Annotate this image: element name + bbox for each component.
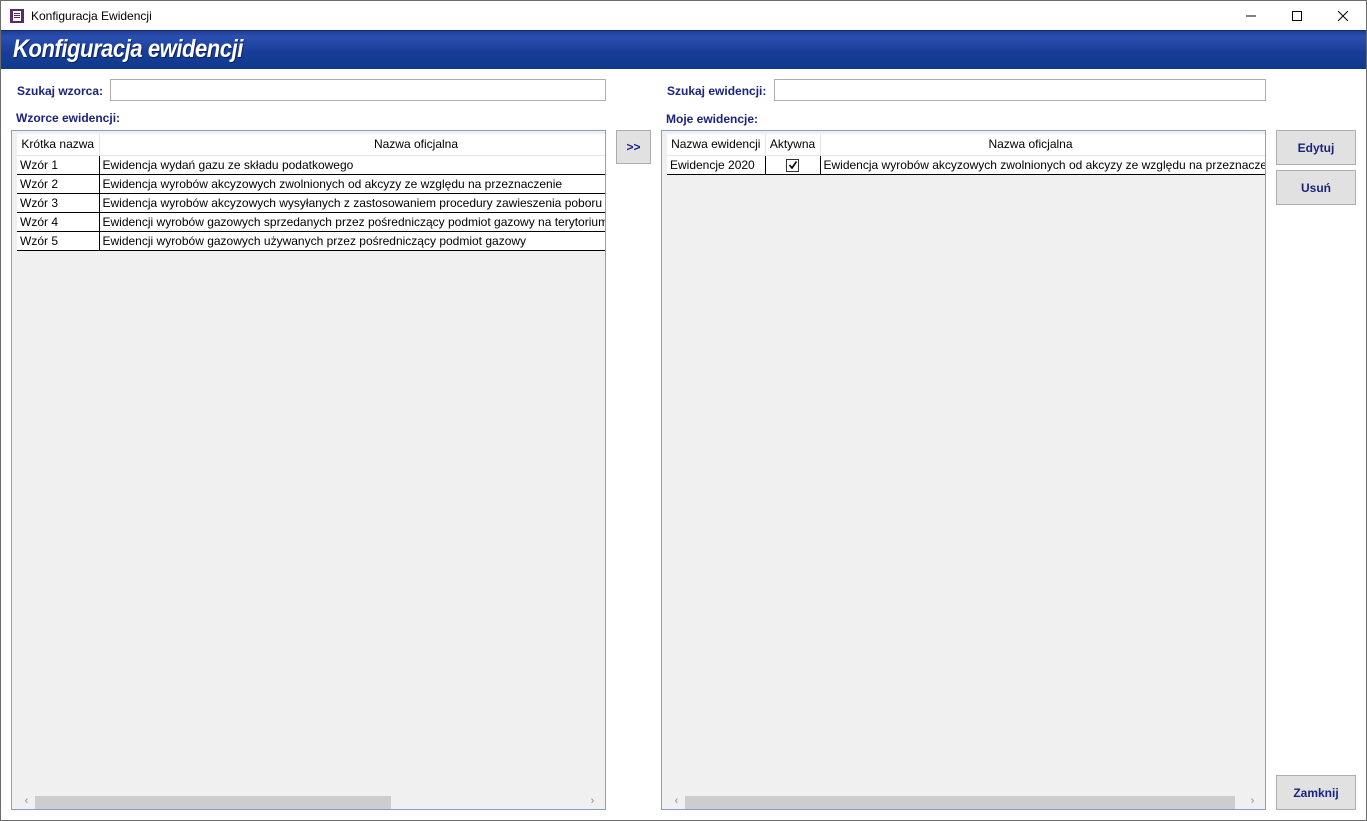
- close-icon: [1338, 10, 1348, 21]
- template-search-label: Szukaj wzorca:: [17, 84, 104, 98]
- records-search-input[interactable]: [774, 79, 1266, 101]
- app-document-icon: [9, 8, 25, 24]
- banner-title: Konfiguracja ewidencji: [13, 35, 243, 63]
- column-header-short-name[interactable]: Krótka nazwa: [17, 134, 100, 156]
- cell-active: [765, 154, 821, 175]
- table-row[interactable]: Wzór 2 Ewidencja wyrobów akcyzowych zwol…: [17, 174, 605, 194]
- records-search-label: Szukaj ewidencji:: [667, 84, 767, 98]
- cell-official-name: Ewidencja wyrobów akcyzowych zwolnionych…: [820, 154, 1265, 175]
- templates-list-label: Wzorce ewidencji:: [16, 111, 121, 125]
- templates-horizontal-scrollbar[interactable]: ‹ ›: [12, 792, 605, 809]
- delete-button[interactable]: Usuń: [1276, 170, 1356, 205]
- chevron-right-icon[interactable]: ›: [584, 795, 601, 807]
- cell-official-name: Ewidencja wyrobów akcyzowych wysyłanych …: [99, 193, 605, 213]
- add-template-button[interactable]: >>: [616, 130, 651, 164]
- chevron-left-icon[interactable]: ‹: [668, 795, 685, 807]
- window-title: Konfiguracja Ewidencji: [31, 8, 152, 23]
- checkmark-icon: [788, 161, 797, 170]
- cell-short-name: Wzór 1: [17, 154, 100, 175]
- maximize-icon: [1292, 10, 1302, 21]
- window-controls: [1228, 1, 1366, 30]
- cell-official-name: Ewidencji wyrobów gazowych używanych prz…: [99, 231, 605, 251]
- cell-short-name: Wzór 2: [17, 174, 100, 194]
- chevron-left-icon[interactable]: ‹: [18, 795, 35, 807]
- chevron-right-icon[interactable]: ›: [1244, 795, 1261, 807]
- scrollbar-thumb[interactable]: [685, 796, 1235, 809]
- cell-short-name: Wzór 4: [17, 212, 100, 232]
- template-search-input[interactable]: [110, 79, 606, 101]
- column-header-official-name[interactable]: Nazwa oficjalna: [99, 134, 605, 156]
- table-row[interactable]: Wzór 3 Ewidencja wyrobów akcyzowych wysy…: [17, 193, 605, 213]
- minimize-icon: [1246, 15, 1256, 16]
- table-row[interactable]: Wzór 1 Ewidencja wydań gazu ze składu po…: [17, 154, 605, 175]
- scrollbar-thumb[interactable]: [35, 796, 391, 809]
- templates-grid-header: Krótka nazwa Nazwa oficjalna: [17, 134, 605, 156]
- my-records-grid[interactable]: Nazwa ewidencji Aktywna Nazwa oficjalna …: [661, 130, 1266, 810]
- my-records-horizontal-scrollbar[interactable]: ‹ ›: [662, 792, 1265, 809]
- title-bar[interactable]: Konfiguracja Ewidencji: [1, 1, 1366, 30]
- my-records-list-label: Moje ewidencje:: [666, 112, 759, 126]
- table-row[interactable]: Wzór 5 Ewidencji wyrobów gazowych używan…: [17, 231, 605, 251]
- column-header-active[interactable]: Aktywna: [765, 134, 821, 156]
- edit-button[interactable]: Edytuj: [1276, 130, 1356, 165]
- cell-official-name: Ewidencja wyrobów akcyzowych zwolnionych…: [99, 174, 605, 194]
- close-button[interactable]: Zamknij: [1276, 775, 1356, 810]
- close-window-button[interactable]: [1320, 1, 1366, 30]
- cell-official-name: Ewidencji wyrobów gazowych sprzedanych p…: [99, 212, 605, 232]
- my-records-grid-header: Nazwa ewidencji Aktywna Nazwa oficjalna: [667, 134, 1265, 156]
- cell-short-name: Wzór 5: [17, 231, 100, 251]
- column-header-record-name[interactable]: Nazwa ewidencji: [667, 134, 766, 156]
- column-header-official-name[interactable]: Nazwa oficjalna: [820, 134, 1265, 156]
- header-banner: Konfiguracja ewidencji: [1, 30, 1366, 69]
- templates-grid[interactable]: Krótka nazwa Nazwa oficjalna Wzór 1 Ewid…: [11, 130, 606, 810]
- active-checkbox[interactable]: [786, 158, 799, 172]
- maximize-button[interactable]: [1274, 1, 1320, 30]
- cell-official-name: Ewidencja wydań gazu ze składu podatkowe…: [99, 154, 605, 175]
- cell-record-name: Ewidencje 2020: [667, 154, 766, 175]
- minimize-button[interactable]: [1228, 1, 1274, 30]
- table-row[interactable]: Wzór 4 Ewidencji wyrobów gazowych sprzed…: [17, 212, 605, 232]
- cell-short-name: Wzór 3: [17, 193, 100, 213]
- table-row[interactable]: Ewidencje 2020 Ewidencja wyrobów akcyzow…: [667, 154, 1265, 175]
